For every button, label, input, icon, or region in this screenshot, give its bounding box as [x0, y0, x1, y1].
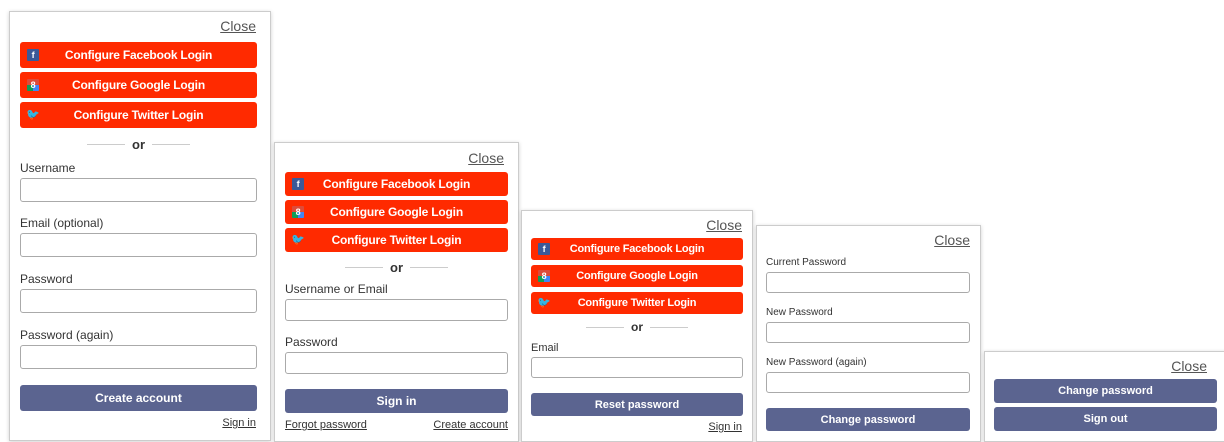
- change-password-button[interactable]: Change password: [766, 408, 970, 431]
- reset-password-panel: Close f Configure Facebook Login 8 Confi…: [521, 210, 753, 442]
- google-glyph: 8: [541, 270, 547, 281]
- new-password-again-label: New Password (again): [766, 357, 867, 368]
- password-again-input[interactable]: [20, 345, 257, 369]
- or-separator: or: [285, 259, 508, 275]
- button-label: Configure Twitter Login: [73, 108, 204, 122]
- create-account-panel: Close f Configure Facebook Login 8 Confi…: [9, 11, 271, 441]
- close-link[interactable]: Close: [220, 18, 256, 34]
- close-link[interactable]: Close: [1171, 358, 1207, 374]
- configure-facebook-login-button[interactable]: f Configure Facebook Login: [285, 172, 508, 196]
- divider: [87, 143, 125, 145]
- google-icon: 8: [292, 206, 304, 218]
- twitter-icon: 🐦: [26, 108, 40, 121]
- email-input[interactable]: [531, 357, 743, 378]
- google-icon: 8: [27, 79, 39, 91]
- button-label: Configure Facebook Login: [322, 177, 471, 191]
- email-input[interactable]: [20, 233, 257, 257]
- email-label: Email: [531, 342, 559, 354]
- or-separator: or: [20, 136, 257, 152]
- create-account-link[interactable]: Create account: [433, 419, 508, 431]
- current-password-label: Current Password: [766, 257, 847, 268]
- new-password-again-input[interactable]: [766, 372, 970, 393]
- password-input[interactable]: [285, 352, 508, 374]
- password-again-label: Password (again): [20, 328, 114, 342]
- twitter-icon: 🐦: [291, 233, 305, 246]
- configure-google-login-button[interactable]: 8 Configure Google Login: [20, 72, 257, 98]
- or-separator: or: [531, 320, 743, 334]
- divider: [586, 326, 624, 328]
- close-link[interactable]: Close: [934, 232, 970, 248]
- button-label: Configure Google Login: [576, 270, 698, 282]
- password-label: Password: [20, 272, 73, 286]
- sign-in-panel: Close f Configure Facebook Login 8 Confi…: [274, 142, 519, 442]
- configure-twitter-login-button[interactable]: 🐦 Configure Twitter Login: [531, 292, 743, 314]
- google-icon: 8: [538, 270, 550, 282]
- or-text: or: [390, 259, 403, 275]
- email-label: Email (optional): [20, 216, 104, 230]
- divider: [345, 266, 383, 268]
- facebook-icon: f: [292, 178, 304, 190]
- configure-twitter-login-button[interactable]: 🐦 Configure Twitter Login: [20, 102, 257, 128]
- create-account-button[interactable]: Create account: [20, 385, 257, 411]
- divider: [410, 266, 448, 268]
- new-password-label: New Password: [766, 307, 833, 318]
- forgot-password-link[interactable]: Forgot password: [285, 419, 367, 431]
- twitter-icon: 🐦: [537, 296, 551, 309]
- reset-password-button[interactable]: Reset password: [531, 393, 743, 416]
- configure-google-login-button[interactable]: 8 Configure Google Login: [531, 265, 743, 287]
- password-input[interactable]: [20, 289, 257, 313]
- username-or-email-label: Username or Email: [285, 282, 388, 296]
- change-password-panel: Close Current Password New Password New …: [756, 225, 981, 442]
- button-label: Configure Facebook Login: [569, 243, 705, 255]
- sign-out-button[interactable]: Sign out: [994, 407, 1217, 431]
- button-label: Configure Twitter Login: [577, 297, 697, 309]
- sign-in-link[interactable]: Sign in: [222, 417, 256, 429]
- username-or-email-input[interactable]: [285, 299, 508, 321]
- username-label: Username: [20, 161, 76, 175]
- signed-in-panel: Close Change password Sign out: [984, 351, 1224, 442]
- divider: [650, 326, 688, 328]
- new-password-input[interactable]: [766, 322, 970, 343]
- configure-facebook-login-button[interactable]: f Configure Facebook Login: [20, 42, 257, 68]
- configure-facebook-login-button[interactable]: f Configure Facebook Login: [531, 238, 743, 260]
- sign-in-link[interactable]: Sign in: [708, 421, 742, 433]
- google-glyph: 8: [30, 79, 36, 90]
- button-label: Configure Google Login: [330, 205, 463, 219]
- facebook-icon: f: [538, 243, 550, 255]
- configure-twitter-login-button[interactable]: 🐦 Configure Twitter Login: [285, 228, 508, 252]
- sign-in-button[interactable]: Sign in: [285, 389, 508, 413]
- or-text: or: [631, 320, 643, 334]
- google-glyph: 8: [295, 206, 301, 217]
- or-text: or: [132, 136, 145, 152]
- close-link[interactable]: Close: [468, 150, 504, 166]
- password-label: Password: [285, 335, 338, 349]
- username-input[interactable]: [20, 178, 257, 202]
- button-label: Configure Facebook Login: [64, 48, 213, 62]
- button-label: Configure Google Login: [72, 78, 205, 92]
- close-link[interactable]: Close: [706, 217, 742, 233]
- current-password-input[interactable]: [766, 272, 970, 293]
- facebook-icon: f: [27, 49, 39, 61]
- button-label: Configure Twitter Login: [331, 233, 462, 247]
- change-password-button[interactable]: Change password: [994, 379, 1217, 403]
- configure-google-login-button[interactable]: 8 Configure Google Login: [285, 200, 508, 224]
- divider: [152, 143, 190, 145]
